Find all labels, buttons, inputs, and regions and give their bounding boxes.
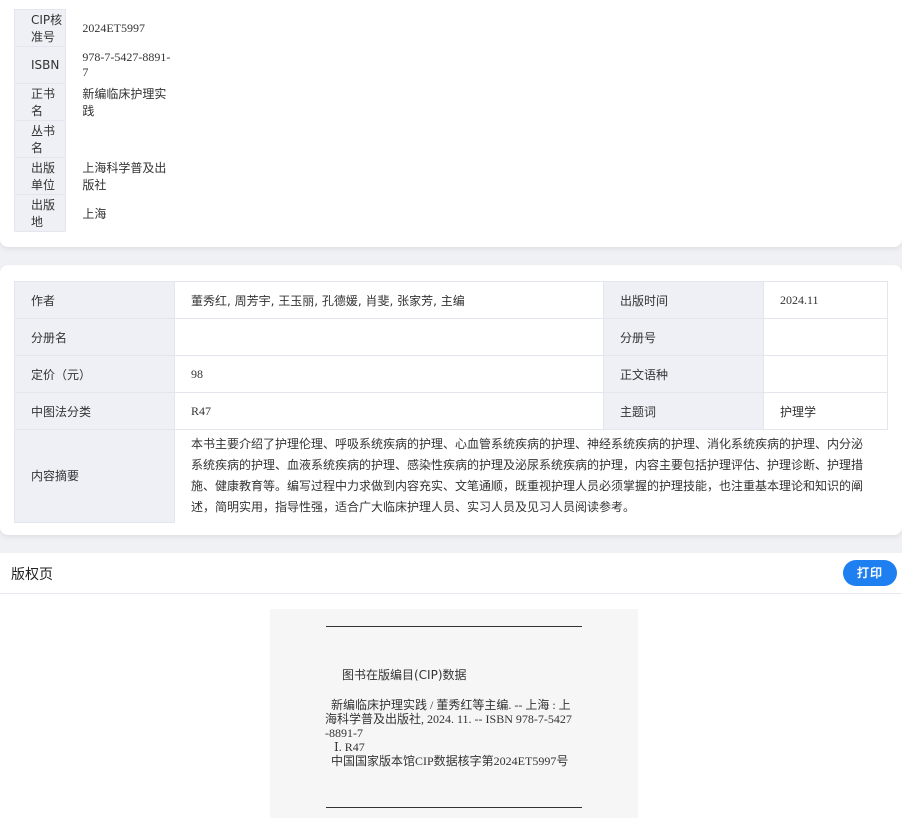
cip-body: 新编临床护理实践 / 董秀红等主编. -- 上海 : 上 海科学普及出版社, 2… xyxy=(325,698,585,768)
detail-info-table: 作者 董秀红, 周芳宇, 王玉丽, 孔德媛, 肖斐, 张家芳, 主编 出版时间 … xyxy=(14,281,888,523)
lang-label: 正文语种 xyxy=(603,355,764,393)
pubtime-value: 2024.11 xyxy=(763,281,888,319)
author-label: 作者 xyxy=(14,281,175,319)
basic-info-row: 正书名 新编临床护理实践 xyxy=(13,83,174,121)
clc-label: 中图法分类 xyxy=(14,392,175,430)
print-button[interactable]: 打印 xyxy=(843,560,897,586)
basic-info-row: 丛书名 xyxy=(13,120,174,158)
author-value: 董秀红, 周芳宇, 王玉丽, 孔德媛, 肖斐, 张家芳, 主编 xyxy=(174,281,604,319)
subject-label: 主题词 xyxy=(603,392,764,430)
copyright-page-header: 版权页 打印 xyxy=(0,553,902,594)
basic-info-row: 出版单位 上海科学普及出版社 xyxy=(13,157,174,195)
summary-value: 本书主要介绍了护理伦理、呼吸系统疾病的护理、心血管系统疾病的护理、神经系统疾病的… xyxy=(191,437,864,514)
basic-info-label: 丛书名 xyxy=(13,120,67,158)
cip-page-preview: 图书在版编目(CIP)数据 新编临床护理实践 / 董秀红等主编. -- 上海 :… xyxy=(270,609,638,818)
basic-info-row: 出版地 上海 xyxy=(13,194,174,232)
basic-info-value xyxy=(66,121,174,158)
price-value: 98 xyxy=(174,355,604,393)
volume-value xyxy=(174,318,604,356)
subject-value: 护理学 xyxy=(763,392,888,430)
cip-heading: 图书在版编目(CIP)数据 xyxy=(342,668,467,682)
basic-info-value: 978-7-5427-8891-7 xyxy=(82,50,171,79)
basic-info-card: CIP核准号 2024ET5997 ISBN 978-7-5427-8891-7 正书名… xyxy=(0,0,902,247)
volume-label: 分册名 xyxy=(14,318,175,356)
cip-line: 新编临床护理实践 / 董秀红等主编. -- 上海 : 上 xyxy=(325,698,571,712)
section-title: 版权页 xyxy=(11,567,53,583)
price-label: 定价（元） xyxy=(14,355,175,393)
volno-label: 分册号 xyxy=(603,318,764,356)
bottom-rule xyxy=(326,807,582,808)
basic-info-row: ISBN 978-7-5427-8891-7 xyxy=(13,46,174,84)
basic-info-value: 上海科学普及出版社 xyxy=(82,161,167,192)
basic-info-label: 出版地 xyxy=(13,194,67,232)
basic-info-table: CIP核准号 2024ET5997 ISBN 978-7-5427-8891-7 正书名… xyxy=(13,9,174,232)
basic-info-value: 新编临床护理实践 xyxy=(82,87,167,118)
basic-info-value: 2024ET5997 xyxy=(82,20,146,35)
clc-value: R47 xyxy=(174,392,604,430)
summary-label: 内容摘要 xyxy=(14,429,175,523)
basic-info-label: ISBN xyxy=(13,46,67,84)
cip-line: 海科学普及出版社, 2024. 11. -- ISBN 978-7-5427 xyxy=(325,712,572,726)
lang-value xyxy=(763,355,888,393)
basic-info-label: CIP核准号 xyxy=(13,9,67,47)
volno-value xyxy=(763,318,888,356)
pubtime-label: 出版时间 xyxy=(603,281,764,319)
cip-line: 中国国家版本馆CIP数据核字第2024ET5997号 xyxy=(325,754,569,768)
basic-info-row: CIP核准号 2024ET5997 xyxy=(13,9,174,47)
cip-line: -8891-7 xyxy=(325,726,363,740)
detail-info-card: 作者 董秀红, 周芳宇, 王玉丽, 孔德媛, 肖斐, 张家芳, 主编 出版时间 … xyxy=(0,265,902,535)
cip-line: Ⅰ. R47 xyxy=(325,740,365,754)
top-rule xyxy=(326,626,582,627)
basic-info-value: 上海 xyxy=(82,206,107,221)
basic-info-label: 正书名 xyxy=(13,83,67,121)
basic-info-label: 出版单位 xyxy=(13,157,67,195)
